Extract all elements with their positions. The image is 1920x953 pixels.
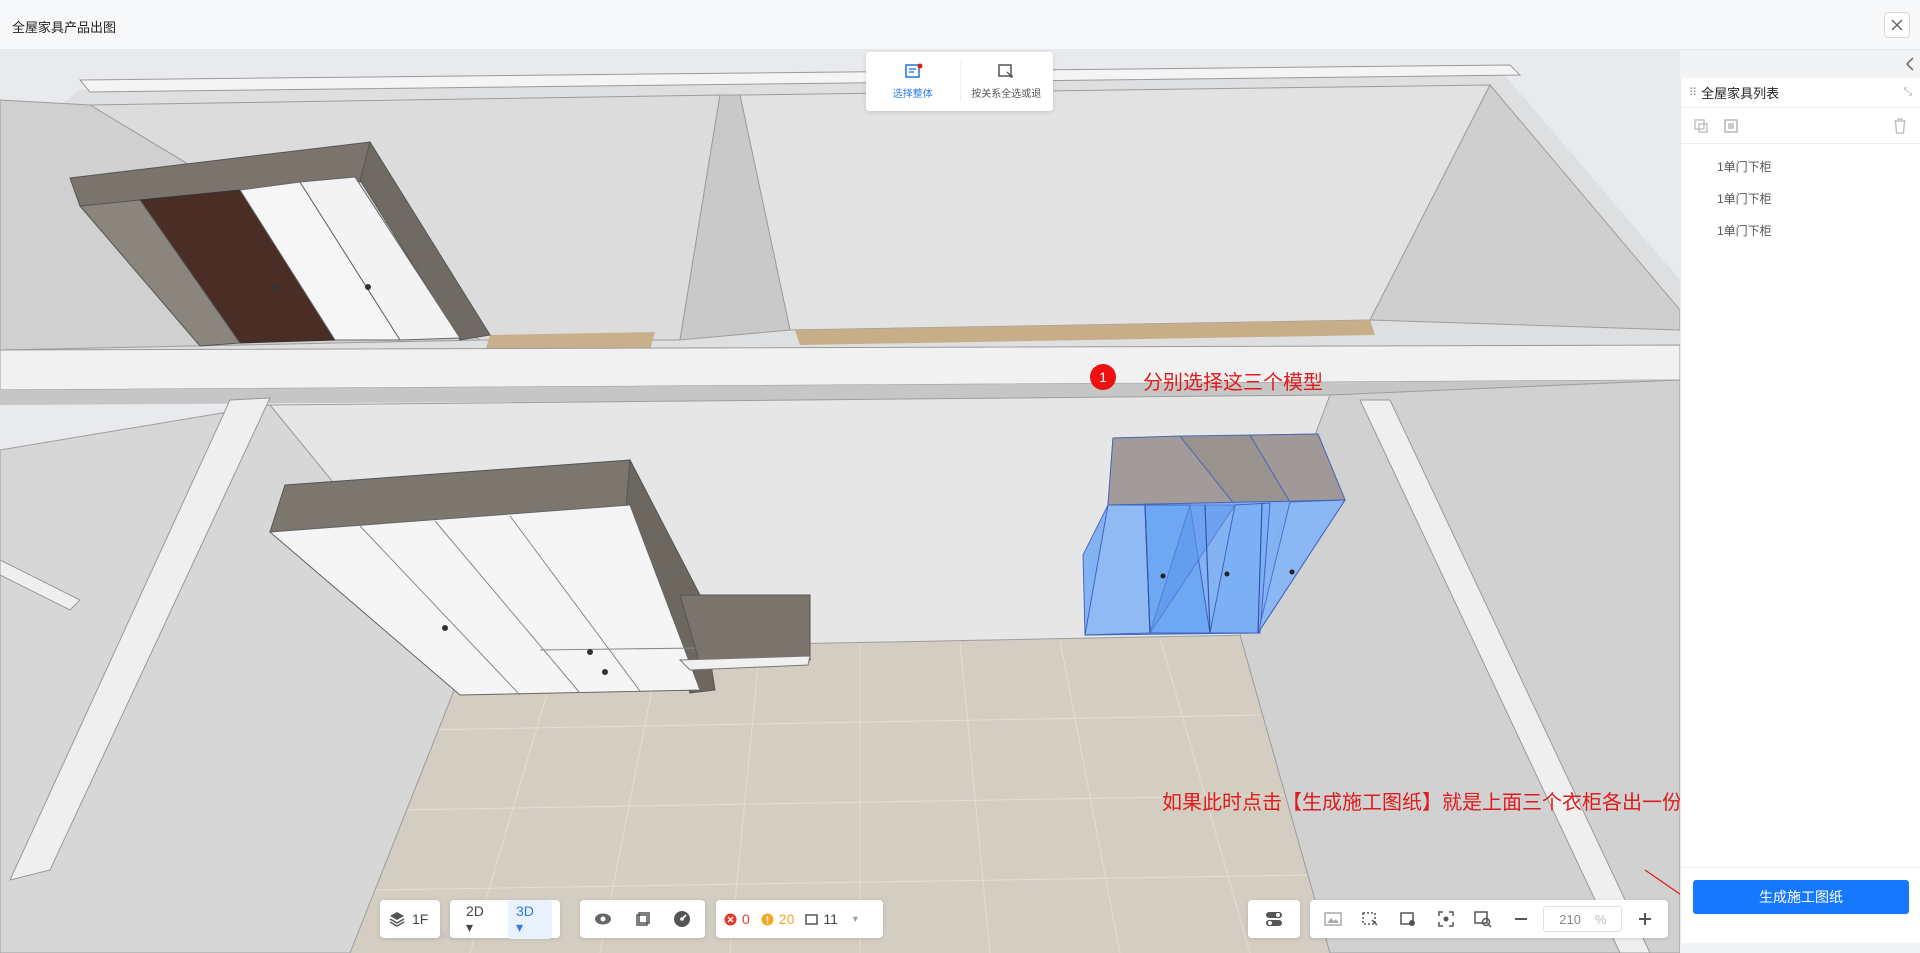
title-bar: 全屋家具产品出图 xyxy=(0,0,1920,50)
view-mode-group: 2D ▾ 3D ▾ xyxy=(450,899,560,939)
furniture-list: 1单门下柜 1单门下柜 1单门下柜 xyxy=(1681,144,1920,246)
generate-drawings-button[interactable]: 生成施工图纸 xyxy=(1693,880,1909,914)
panel-divider xyxy=(1681,867,1920,868)
settings-capture-icon xyxy=(1400,912,1415,926)
list-item[interactable]: 1单门下柜 xyxy=(1681,182,1920,214)
focus-icon xyxy=(1437,911,1454,927)
display-tools xyxy=(580,900,705,938)
floor-selector[interactable]: 1F xyxy=(380,900,440,938)
zoom-value: 210 xyxy=(1559,911,1581,927)
visibility-button[interactable] xyxy=(588,904,618,934)
fit-view-button[interactable] xyxy=(1431,904,1461,934)
error-count: 0 xyxy=(742,911,750,927)
chevron-left-icon xyxy=(1905,57,1914,71)
cube-view-button[interactable] xyxy=(628,904,658,934)
trash-icon xyxy=(1894,117,1906,134)
ungroup-button[interactable] xyxy=(1721,116,1741,136)
warning-count: 20 xyxy=(778,911,795,927)
warning-icon xyxy=(761,913,774,925)
plus-icon xyxy=(1639,913,1652,925)
eye-icon xyxy=(594,913,611,925)
view-3d-toggle[interactable]: 3D ▾ xyxy=(508,899,552,939)
3d-viewport[interactable]: ⓘ 酷家乐技术支持 xyxy=(0,50,1680,953)
zoom-level-field[interactable]: 210 % xyxy=(1543,906,1623,932)
zoom-out-button[interactable] xyxy=(1506,904,1536,934)
group-select-button[interactable] xyxy=(1691,116,1711,136)
toggle-icon xyxy=(1266,912,1282,926)
list-item[interactable]: 1单门下柜 xyxy=(1681,214,1920,246)
panel-tools xyxy=(1681,108,1920,144)
panel-title: 全屋家具列表 xyxy=(1701,86,1780,101)
view-2d-toggle[interactable]: 2D ▾ xyxy=(458,900,502,939)
list-item[interactable]: 1单门下柜 xyxy=(1681,150,1920,182)
capture-zoom-tools: 210 % xyxy=(1310,900,1668,938)
view-3d-label: 3D xyxy=(516,902,534,919)
item-count-icon xyxy=(805,913,819,925)
image-icon xyxy=(1324,912,1342,926)
scene-canvas xyxy=(0,50,1680,953)
ungroup-icon xyxy=(1724,118,1738,133)
group-select-icon xyxy=(1694,118,1708,133)
zoom-search-icon xyxy=(1474,911,1492,928)
shrink-icon[interactable]: ⤡ xyxy=(1903,86,1912,99)
capture-settings-button[interactable] xyxy=(1393,904,1423,934)
furniture-list-panel: ⠿ 全屋家具列表 ⤡ 1单门下柜 1单门下柜 1单门下柜 生成施工图纸 xyxy=(1680,78,1920,943)
zoom-unit: % xyxy=(1595,911,1607,927)
item-count: 11 xyxy=(823,911,838,927)
select-whole-button[interactable]: 选择整体 xyxy=(866,52,960,111)
close-icon xyxy=(1891,19,1903,31)
floor-label: 1F xyxy=(412,911,429,927)
zoom-to-selection-button[interactable] xyxy=(1468,904,1498,934)
delete-button[interactable] xyxy=(1890,116,1910,136)
select-whole-label: 选择整体 xyxy=(892,89,933,100)
check-status[interactable]: 0 20 11 ▾ xyxy=(716,900,883,938)
error-icon xyxy=(724,913,737,925)
select-relation-icon xyxy=(998,64,1013,78)
render-quality-button[interactable] xyxy=(667,904,697,934)
view-2d-label: 2D xyxy=(466,902,484,919)
panel-header: ⠿ 全屋家具列表 ⤡ xyxy=(1681,78,1920,108)
select-by-relation-button[interactable]: 按关系全选或退 xyxy=(960,52,1054,111)
minus-icon xyxy=(1514,918,1527,920)
zoom-in-button[interactable] xyxy=(1630,904,1660,934)
close-button[interactable] xyxy=(1884,12,1910,38)
panel-collapse-button[interactable] xyxy=(1900,52,1920,76)
select-relation-label: 按关系全选或退 xyxy=(971,89,1042,100)
window-title: 全屋家具产品出图 xyxy=(12,20,117,35)
select-whole-icon xyxy=(904,63,923,78)
selection-toolbox: 选择整体 按关系全选或退 xyxy=(866,52,1053,111)
chevron-down-icon: ▾ xyxy=(852,913,858,925)
layers-icon xyxy=(389,912,405,927)
region-select-icon xyxy=(1362,912,1378,926)
annotation-select-text: 分别选择这三个模型 xyxy=(1143,372,1323,394)
toggle-panel-button[interactable] xyxy=(1248,900,1300,938)
screenshot-button[interactable] xyxy=(1318,904,1348,934)
drag-handle-icon[interactable]: ⠿ xyxy=(1689,86,1697,99)
annotation-badge: 1 xyxy=(1090,364,1116,390)
gauge-icon xyxy=(674,911,691,927)
region-capture-button[interactable] xyxy=(1356,904,1386,934)
cube-icon xyxy=(635,912,650,926)
